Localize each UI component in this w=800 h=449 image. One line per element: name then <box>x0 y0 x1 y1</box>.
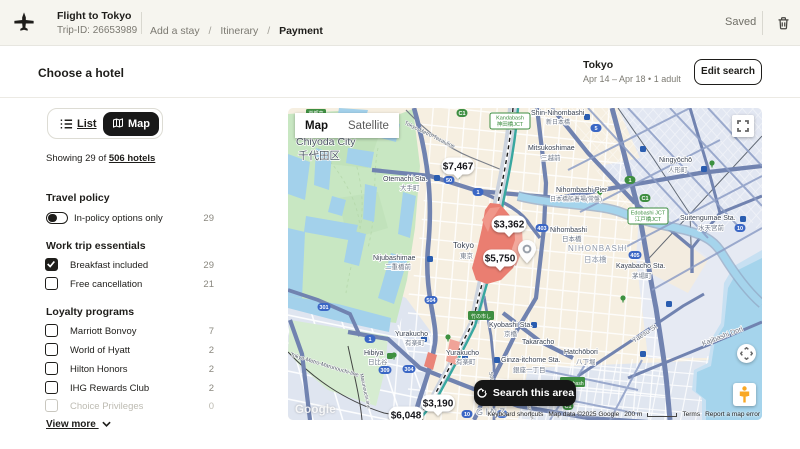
svg-text:Suitengumae Sta.: Suitengumae Sta. <box>680 215 736 222</box>
svg-text:大手町: 大手町 <box>400 183 420 192</box>
svg-text:Nihombashi: Nihombashi <box>550 227 587 234</box>
svg-text:$6,048: $6,048 <box>391 411 422 421</box>
svg-text:504: 504 <box>426 298 436 304</box>
svg-text:10: 10 <box>737 226 743 232</box>
svg-text:日本橋船着場(常盤): 日本橋船着場(常盤) <box>550 195 602 203</box>
svg-text:人形町: 人形町 <box>668 166 688 174</box>
svg-text:Hibiya: Hibiya <box>364 350 384 357</box>
svg-text:$7,467: $7,467 <box>443 162 474 173</box>
svg-text:東京: 東京 <box>460 251 474 260</box>
svg-text:三越前: 三越前 <box>541 153 561 162</box>
svg-text:Takaracho: Takaracho <box>522 339 554 346</box>
svg-text:二重橋前: 二重橋前 <box>385 262 412 271</box>
svg-text:Nijubashimae: Nijubashimae <box>373 255 416 262</box>
svg-text:Nihombashi Pier: Nihombashi Pier <box>556 187 608 194</box>
svg-text:日本橋: 日本橋 <box>584 254 607 264</box>
svg-text:有楽町: 有楽町 <box>456 357 476 366</box>
svg-text:309: 309 <box>380 368 389 374</box>
svg-text:1: 1 <box>368 337 371 343</box>
svg-text:新日本橋: 新日本橋 <box>546 118 570 126</box>
svg-text:Tokyo: Tokyo <box>453 241 474 250</box>
svg-text:水天宮前: 水天宮前 <box>698 223 725 232</box>
svg-text:京橋: 京橋 <box>504 329 518 338</box>
svg-text:有楽町: 有楽町 <box>405 338 425 347</box>
svg-text:Kyobashi Sta.: Kyobashi Sta. <box>489 322 532 329</box>
svg-text:$3,362: $3,362 <box>494 220 525 231</box>
svg-text:銀座一丁目: 銀座一丁目 <box>513 365 546 374</box>
svg-text:304: 304 <box>404 367 414 373</box>
svg-text:Mitsukoshimae: Mitsukoshimae <box>528 145 575 152</box>
svg-text:八丁堀: 八丁堀 <box>576 357 596 366</box>
svg-text:Kayabacho Sta.: Kayabacho Sta. <box>616 263 665 270</box>
svg-text:Ningyōchō: Ningyōchō <box>659 157 692 164</box>
svg-text:江戸橋JCT: 江戸橋JCT <box>635 215 662 223</box>
svg-text:日比谷: 日比谷 <box>368 357 388 366</box>
svg-text:日本橋: 日本橋 <box>562 234 582 243</box>
svg-text:$3,190: $3,190 <box>423 399 454 410</box>
svg-text:Edobashi JCT: Edobashi JCT <box>631 211 666 217</box>
svg-text:Otemachi Sta.: Otemachi Sta. <box>383 176 427 183</box>
svg-text:Shin-Nihombashi: Shin-Nihombashi <box>531 110 585 117</box>
svg-text:Yurakucho: Yurakucho <box>446 350 479 357</box>
svg-text:Yurakucho: Yurakucho <box>395 331 428 338</box>
svg-text:5: 5 <box>594 126 597 132</box>
svg-text:$5,750: $5,750 <box>485 254 516 265</box>
svg-text:Ginza-itchome Sta.: Ginza-itchome Sta. <box>501 357 561 364</box>
svg-text:NIHONBASHI: NIHONBASHI <box>568 244 628 253</box>
svg-text:茅場町: 茅場町 <box>632 271 652 280</box>
svg-text:Kandabash: Kandabash <box>496 116 524 122</box>
svg-text:Hatchōbori: Hatchōbori <box>564 349 598 356</box>
svg-text:403: 403 <box>537 226 546 232</box>
svg-text:神田橋JCT: 神田橋JCT <box>497 120 524 128</box>
svg-text:1: 1 <box>628 178 631 184</box>
svg-text:千代田区: 千代田区 <box>298 150 340 162</box>
svg-text:405: 405 <box>630 253 639 259</box>
svg-text:竹の市し: 竹の市し <box>471 313 491 320</box>
svg-text:50: 50 <box>446 178 452 184</box>
svg-text:C1: C1 <box>641 196 648 202</box>
svg-text:C1: C1 <box>458 111 465 117</box>
svg-text:10: 10 <box>464 412 470 418</box>
svg-text:1: 1 <box>476 190 479 196</box>
svg-text:301: 301 <box>319 305 328 311</box>
